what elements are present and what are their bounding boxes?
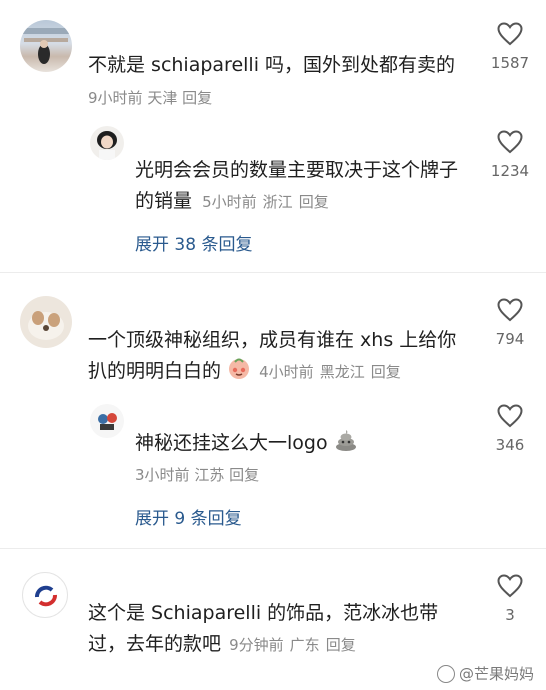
reply-text: 神秘还挂这么大一logo [135,432,328,454]
comment-location: 黑龙江 [319,363,365,381]
comment-time: 4小时前 [259,363,314,381]
expand-replies-link[interactable]: 展开 9 条回复 [135,504,242,529]
like-button[interactable]: 3 [480,574,540,624]
heart-icon [497,298,523,322]
blush-emoji-icon [227,356,251,389]
reply-link[interactable]: 回复 [182,89,212,107]
heart-icon [497,574,523,598]
reply-location: 江苏 [194,466,225,484]
reply-line2: 的销量 5小时前 浙江 回复 [135,186,329,217]
reply-link[interactable]: 回复 [371,363,401,381]
watermark-text: @芒果妈妈 [458,665,534,683]
avatar[interactable] [20,296,72,348]
like-count: 1587 [490,54,530,72]
comment-time: 9小时前 [88,89,143,107]
heart-icon [497,404,523,428]
like-count: 3 [505,606,515,624]
reply-time: 5小时前 [202,193,257,211]
divider [0,548,546,549]
comment-text-line2: 过，去年的款吧 [88,633,222,655]
reply-location: 浙江 [262,193,293,211]
reply-text-line1: 光明会会员的数量主要取决于这个牌子 [135,159,459,181]
reply-link[interactable]: 回复 [229,466,259,484]
reply-avatar[interactable] [90,126,124,160]
comment-location: 广东 [289,636,320,654]
poop-emoji-icon [334,428,358,461]
comment-line2: 扒的明明白白的 4小时前 黑龙江 回复 [88,356,401,389]
expand-replies-link[interactable]: 展开 38 条回复 [135,230,252,255]
comment-text-line1: 这个是 Schiaparelli 的饰品，范冰冰也带 [88,602,439,624]
comment-meta: 9小时前 天津 回复 [88,83,212,113]
reply-link[interactable]: 回复 [299,193,329,211]
comment-text: 不就是 schiaparelli 吗，国外到处都有卖的 [88,54,456,76]
reply-avatar[interactable] [90,404,124,438]
reply-time: 3小时前 [135,466,190,484]
watermark: @芒果妈妈 [436,663,534,684]
divider [0,272,546,273]
like-button[interactable]: 1587 [480,22,540,72]
like-count: 1234 [490,162,530,180]
like-count: 794 [495,330,525,348]
reply-line1: 神秘还挂这么大一logo [135,428,358,461]
reply-like-button[interactable]: 1234 [480,130,540,180]
comment-location: 天津 [147,89,178,107]
weibo-logo-icon [436,665,455,683]
heart-icon [497,22,523,46]
comment-line2: 过，去年的款吧 9分钟前 广东 回复 [88,629,356,660]
like-count: 346 [495,436,525,454]
like-button[interactable]: 794 [480,298,540,348]
comment-text-line1: 一个顶级神秘组织，成员有谁在 xhs 上给你 [88,329,457,351]
avatar[interactable] [20,20,72,72]
reply-link[interactable]: 回复 [326,636,356,654]
reply-meta: 3小时前 江苏 回复 [135,460,259,490]
reply-like-button[interactable]: 346 [480,404,540,454]
avatar[interactable] [22,572,68,618]
reply-text-line2: 的销量 [135,190,193,212]
comment-time: 9分钟前 [229,636,284,654]
comment-text-line2: 扒的明明白白的 [88,360,222,382]
heart-icon [497,130,523,154]
